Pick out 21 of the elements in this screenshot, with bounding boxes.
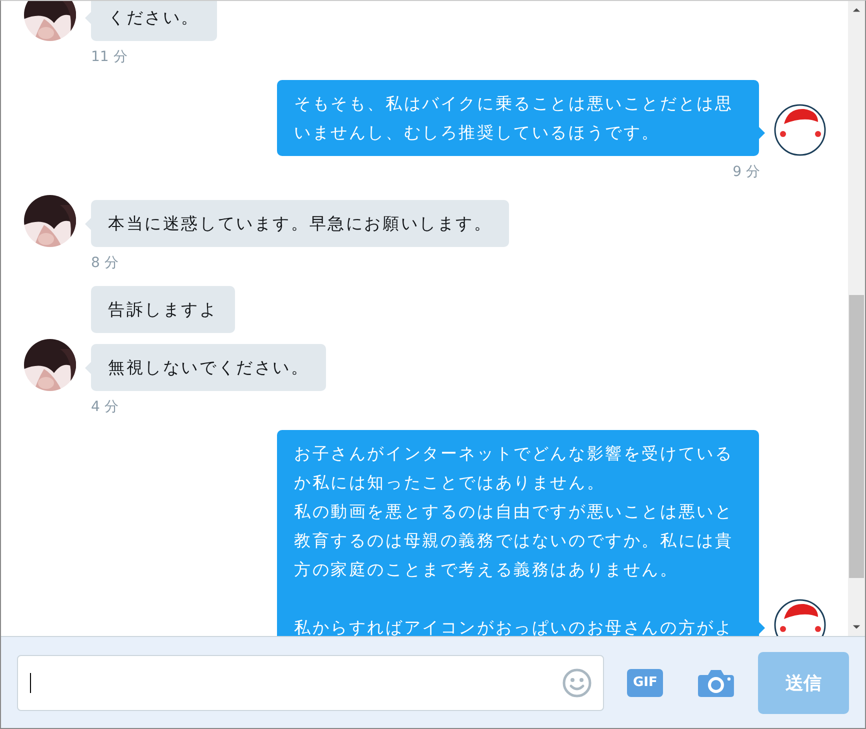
message-text: ください。 <box>108 7 200 29</box>
timestamp: 4 分 <box>91 398 120 416</box>
timestamp: 11 分 <box>91 48 128 66</box>
timestamp: 9 分 <box>732 163 760 181</box>
scroll-up-icon[interactable] <box>852 7 861 13</box>
message-input[interactable] <box>17 654 604 710</box>
scrollbar[interactable] <box>848 1 865 636</box>
camera-icon[interactable] <box>697 668 736 698</box>
message-text: 私の動画を悪とするのは自由ですが悪いことは悪いと教育するのは母親の義務ではないのですか。私には貴方の家庭のことまで考える義務はありません。 <box>294 501 734 581</box>
message-text: 告訴しますよ <box>108 299 218 321</box>
message-text: 無視しないでください。 <box>108 357 310 379</box>
scrollbar-thumb[interactable] <box>849 295 864 578</box>
message-text: 私からすればアイコンがおっぱいのお母さんの方がよ <box>294 617 734 636</box>
avatar-icon <box>774 104 826 156</box>
emoji-icon[interactable] <box>562 668 592 698</box>
scroll-down-icon[interactable] <box>852 624 861 630</box>
message-text: 本当に迷惑しています。早急にお願いします。 <box>108 213 492 235</box>
message-text: そもそも、私はバイクに乗ることは悪いことだとは思いませんし、むしろ推奨しているほうです。 <box>294 93 734 144</box>
gif-button[interactable]: GIF <box>627 668 664 696</box>
message-text: お子さんがインターネットでどんな影響を受けているか私には知ったことではありません。 <box>294 443 734 494</box>
timestamp: 8 分 <box>91 254 120 272</box>
